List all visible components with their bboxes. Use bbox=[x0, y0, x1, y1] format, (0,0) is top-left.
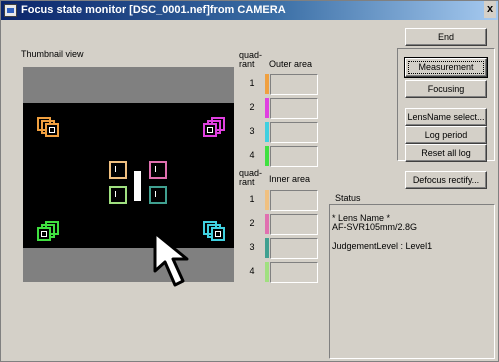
inner-focus-point-1 bbox=[109, 161, 127, 179]
outer-quadrant-1-color bbox=[265, 74, 269, 94]
defocus-rectify-button[interactable]: Defocus rectify... bbox=[405, 171, 487, 189]
outer-quadrant-4-color bbox=[265, 146, 269, 166]
end-button[interactable]: End bbox=[405, 28, 487, 46]
outer-focus-point-top-right bbox=[203, 117, 227, 141]
inner-quadrant-num-2: 2 bbox=[249, 218, 255, 228]
focusing-button[interactable]: Focusing bbox=[405, 80, 487, 98]
inner-focus-point-3 bbox=[149, 186, 167, 204]
outer-quadrant-num-1: 1 bbox=[249, 78, 255, 88]
inner-quadrant-num-4: 4 bbox=[249, 266, 255, 276]
status-judgement: JudgementLevel : Level1 bbox=[332, 241, 433, 251]
status-panel: * Lens Name * AF-SVR105mm/2.8G Judgement… bbox=[329, 204, 495, 359]
inner-quadrant-4-indicator bbox=[270, 262, 318, 283]
thumbnail-label: Thumbnail view bbox=[21, 49, 84, 59]
outer-quadrant-4-indicator bbox=[270, 146, 318, 167]
close-icon[interactable]: x bbox=[484, 1, 496, 18]
inner-quadrant-4-color bbox=[265, 262, 269, 282]
inner-quadrant-2-indicator bbox=[270, 214, 318, 235]
measurement-button[interactable]: Measurement bbox=[404, 57, 488, 78]
outer-quadrant-2-color bbox=[265, 98, 269, 118]
inner-area-label: Inner area bbox=[269, 174, 311, 184]
outer-focus-point-bottom-left bbox=[37, 221, 61, 245]
outer-quadrant-3-color bbox=[265, 122, 269, 142]
status-label: Status bbox=[335, 193, 361, 203]
log-period-button[interactable]: Log period bbox=[405, 126, 487, 144]
inner-quadrant-1-color bbox=[265, 190, 269, 210]
inner-quadrant-num-3: 3 bbox=[249, 242, 255, 252]
inner-quadrant-3-color bbox=[265, 238, 269, 258]
outer-quadrant-header: quad- rant bbox=[239, 50, 263, 69]
inner-quadrant-num-1: 1 bbox=[249, 194, 255, 204]
outer-quadrant-3-indicator bbox=[270, 122, 318, 143]
status-lens-value: AF-SVR105mm/2.8G bbox=[332, 222, 418, 232]
inner-quadrant-2-color bbox=[265, 214, 269, 234]
inner-focus-point-4 bbox=[109, 186, 127, 204]
outer-quadrant-num-3: 3 bbox=[249, 126, 255, 136]
outer-quadrant-2-indicator bbox=[270, 98, 318, 119]
outer-quadrant-num-4: 4 bbox=[249, 150, 255, 160]
outer-quadrant-num-2: 2 bbox=[249, 102, 255, 112]
outer-focus-point-top-left bbox=[37, 117, 61, 141]
inner-focus-point-2 bbox=[149, 161, 167, 179]
window-title: Focus state monitor [DSC_0001.nef]from C… bbox=[21, 4, 286, 16]
outer-quadrant-1-indicator bbox=[270, 74, 318, 95]
measurement-button-label: Measurement bbox=[406, 59, 486, 76]
reset-all-log-button[interactable]: Reset all log bbox=[405, 144, 487, 162]
inner-quadrant-1-indicator bbox=[270, 190, 318, 211]
outer-focus-point-bottom-right bbox=[203, 221, 227, 245]
inner-quadrant-3-indicator bbox=[270, 238, 318, 259]
inner-quadrant-header: quad- rant bbox=[239, 168, 263, 187]
focus-monitor-window: Focus state monitor [DSC_0001.nef]from C… bbox=[0, 0, 499, 362]
title-bar: Focus state monitor [DSC_0001.nef]from C… bbox=[1, 1, 498, 20]
outer-area-label: Outer area bbox=[269, 59, 313, 69]
thumbnail-view[interactable] bbox=[23, 67, 234, 282]
app-icon bbox=[4, 4, 17, 17]
mouse-cursor-icon bbox=[153, 231, 189, 287]
center-focus-bar bbox=[134, 171, 141, 201]
thumbnail-image bbox=[23, 103, 234, 248]
lensname-select-button[interactable]: LensName select... bbox=[405, 108, 487, 126]
